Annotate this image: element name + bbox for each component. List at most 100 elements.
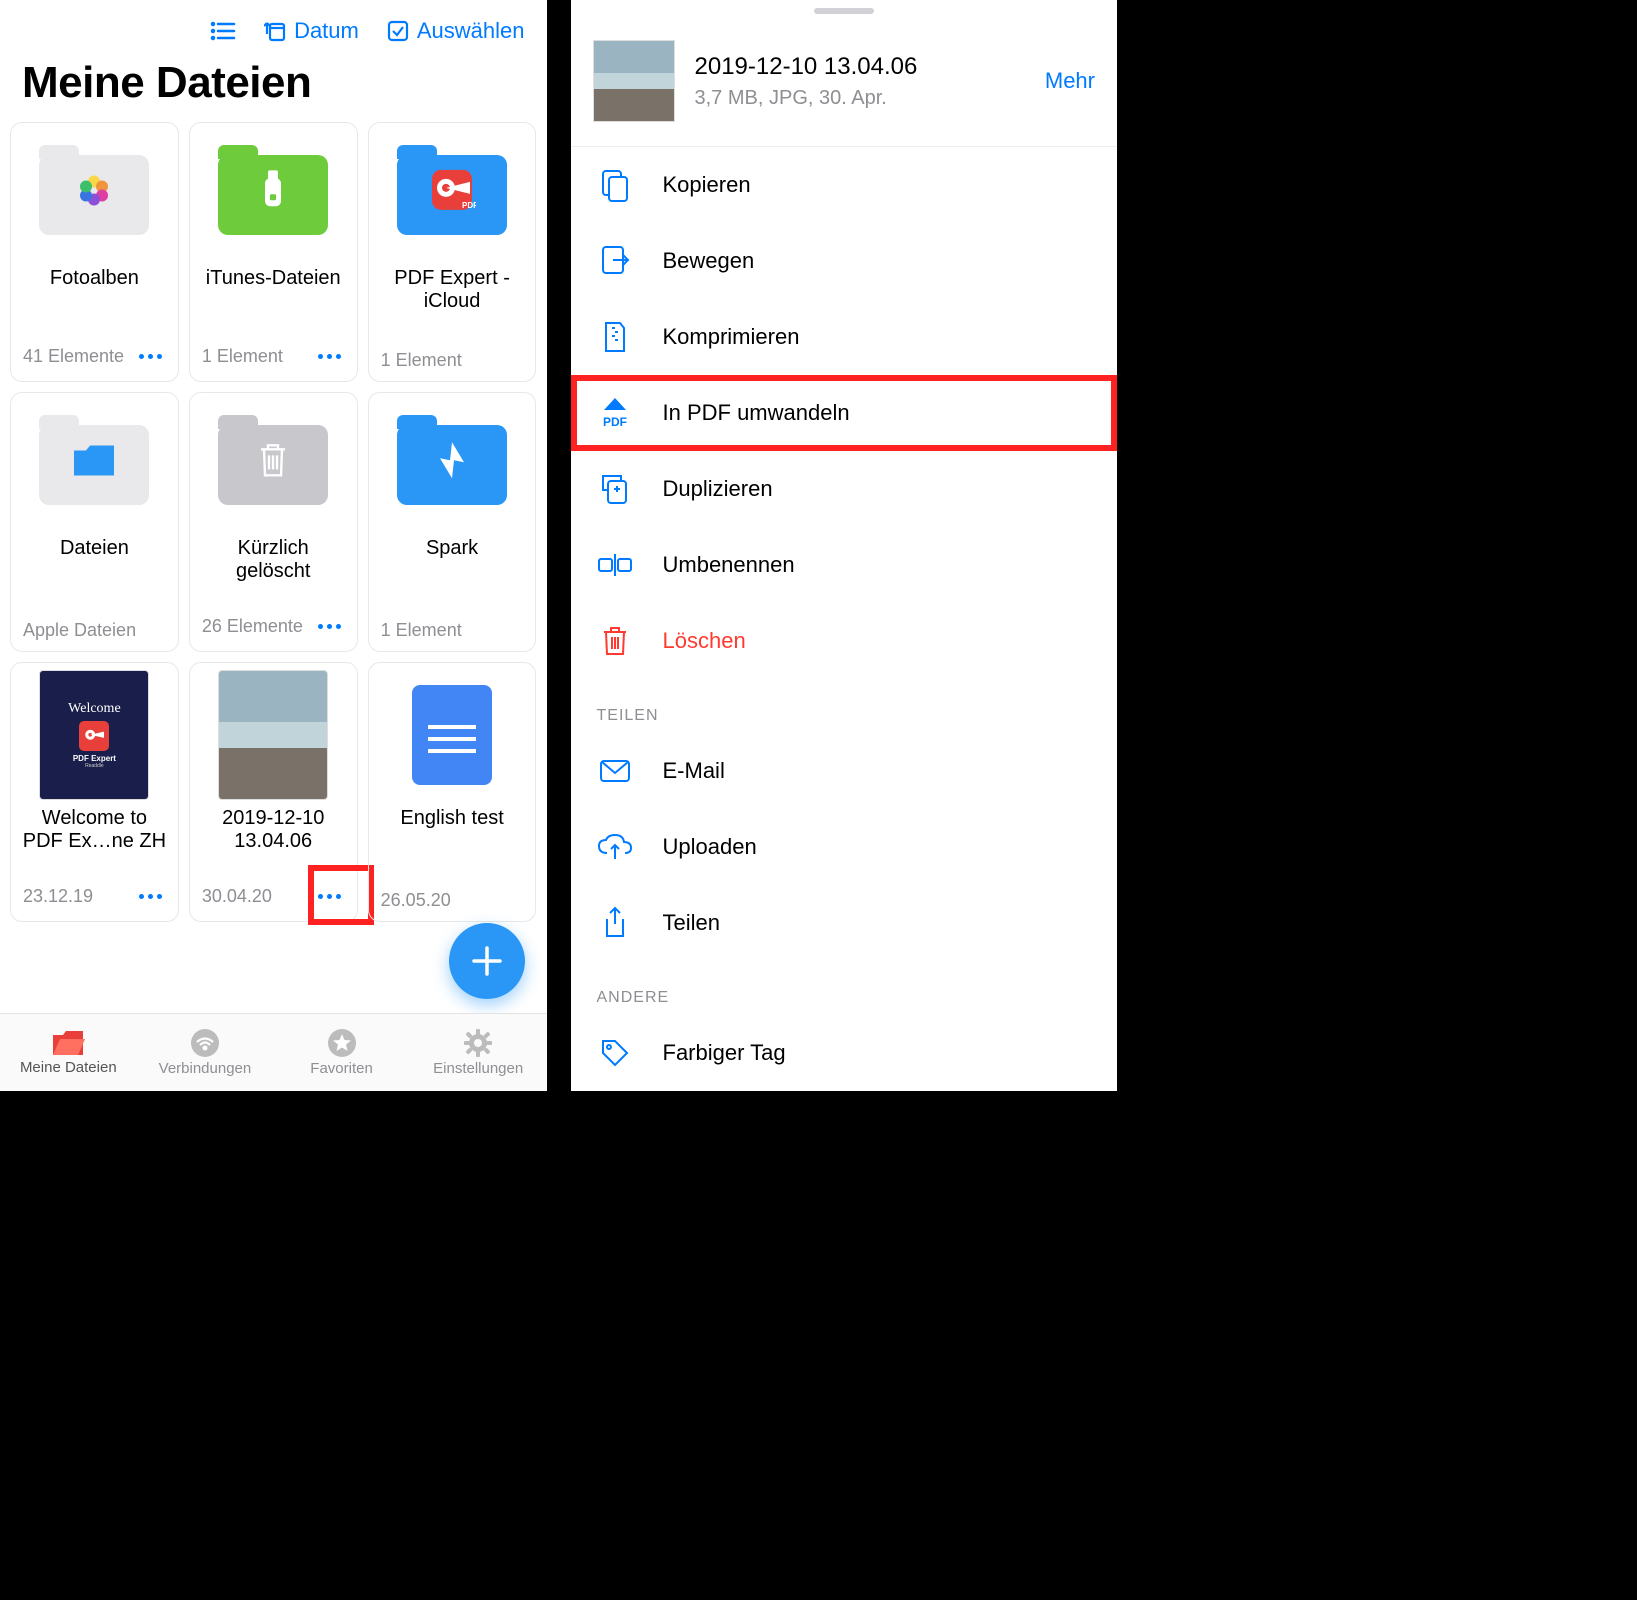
tab-label: Einstellungen <box>433 1060 523 1077</box>
usb-icon <box>260 170 286 215</box>
upload-icon <box>597 829 633 865</box>
page-title: Meine Dateien <box>0 52 547 122</box>
select-label: Auswählen <box>417 18 525 44</box>
cell-meta: 1 Element <box>202 346 283 367</box>
sort-icon <box>264 20 286 42</box>
select-button[interactable]: Auswählen <box>387 18 525 44</box>
select-icon <box>387 20 409 42</box>
sort-button[interactable]: Datum <box>264 18 359 44</box>
folder-fotoalben[interactable]: Fotoalben 41 Elemente <box>10 122 179 382</box>
cell-name: iTunes-Dateien <box>206 267 341 290</box>
action-label: Kopieren <box>663 172 751 198</box>
folder-dateien[interactable]: Dateien Apple Dateien <box>10 392 179 652</box>
more-button[interactable] <box>136 341 166 371</box>
file-english-test[interactable]: English test 26.05.20 <box>368 662 537 922</box>
action-label: In PDF umwandeln <box>663 400 850 426</box>
gear-icon <box>463 1028 493 1058</box>
action-label: E-Mail <box>663 758 725 784</box>
cell-name: 2019-12-10 13.04.06 <box>222 807 324 853</box>
cell-meta: 1 Element <box>381 350 462 371</box>
action-delete[interactable]: Löschen <box>571 603 1118 679</box>
file-thumbnail <box>593 40 675 122</box>
file-grid: Fotoalben 41 Elemente iTunes-Dateien 1 E… <box>0 122 547 922</box>
action-label: Umbenennen <box>663 552 795 578</box>
action-label: Duplizieren <box>663 476 773 502</box>
section-share: TEILEN <box>571 679 1118 733</box>
list-icon <box>210 21 236 41</box>
cell-meta: 26.05.20 <box>381 890 451 911</box>
photos-icon <box>76 172 112 213</box>
action-label: Uploaden <box>663 834 757 860</box>
tab-label: Meine Dateien <box>20 1059 117 1076</box>
rename-icon <box>597 547 633 583</box>
plus-icon <box>470 944 504 978</box>
more-button[interactable] <box>315 611 345 641</box>
compress-icon <box>597 319 633 355</box>
section-other: ANDERE <box>571 961 1118 1015</box>
mail-icon <box>597 753 633 789</box>
folder-icon <box>71 442 117 483</box>
file-meta: 3,7 MB, JPG, 30. Apr. <box>695 87 1025 110</box>
action-label: Löschen <box>663 628 746 654</box>
action-copy[interactable]: Kopieren <box>571 147 1118 223</box>
action-duplicate[interactable]: Duplizieren <box>571 451 1118 527</box>
folder-spark[interactable]: Spark 1 Element <box>368 392 537 652</box>
file-welcome-pdf[interactable]: WelcomePDF ExpertReaddle Welcome to PDF … <box>10 662 179 922</box>
wifi-icon <box>190 1028 220 1058</box>
action-label: Teilen <box>663 910 720 936</box>
tab-my-files[interactable]: Meine Dateien <box>0 1014 137 1091</box>
cell-name: Kürzlich gelöscht <box>236 537 311 583</box>
tab-connections[interactable]: Verbindungen <box>137 1014 274 1091</box>
folder-itunes[interactable]: iTunes-Dateien 1 Element <box>189 122 358 382</box>
tab-settings[interactable]: Einstellungen <box>410 1014 547 1091</box>
toolbar: Datum Auswählen <box>0 0 547 52</box>
action-compress[interactable]: Komprimieren <box>571 299 1118 375</box>
pdf-expert-icon: PDF <box>428 166 476 219</box>
cell-meta: 26 Elemente <box>202 616 303 637</box>
more-button[interactable] <box>315 881 345 911</box>
tab-bar: Meine Dateien Verbindungen Favoriten Ein… <box>0 1013 547 1091</box>
more-button[interactable] <box>136 881 166 911</box>
file-name: 2019-12-10 13.04.06 <box>695 53 1025 81</box>
cell-meta: 41 Elemente <box>23 346 124 367</box>
sort-label: Datum <box>294 18 359 44</box>
cell-name: English test <box>400 807 503 830</box>
tab-label: Verbindungen <box>159 1060 252 1077</box>
share-icon <box>597 905 633 941</box>
action-label: Bewegen <box>663 248 755 274</box>
cell-name: PDF Expert - iCloud <box>394 267 510 313</box>
duplicate-icon <box>597 471 633 507</box>
folder-pdfexpert-icloud[interactable]: PDF PDF Expert - iCloud 1 Element <box>368 122 537 382</box>
action-move[interactable]: Bewegen <box>571 223 1118 299</box>
folder-recently-deleted[interactable]: Kürzlich gelöscht 26 Elemente <box>189 392 358 652</box>
file-photo-20191210[interactable]: 2019-12-10 13.04.06 30.04.20 <box>189 662 358 922</box>
trash-icon <box>256 441 290 484</box>
more-button[interactable] <box>315 341 345 371</box>
cell-meta: 1 Element <box>381 620 462 641</box>
action-convert-pdf[interactable]: PDF In PDF umwandeln <box>571 375 1118 451</box>
tab-favorites[interactable]: Favoriten <box>273 1014 410 1091</box>
action-share[interactable]: Teilen <box>571 885 1118 961</box>
cell-name: Dateien <box>60 537 129 560</box>
cell-name: Welcome to PDF Ex…ne ZH <box>23 807 166 853</box>
view-toggle-button[interactable] <box>210 21 236 41</box>
more-link[interactable]: Mehr <box>1045 68 1095 94</box>
trash-icon <box>597 623 633 659</box>
action-email[interactable]: E-Mail <box>571 733 1118 809</box>
tab-label: Favoriten <box>310 1060 373 1077</box>
star-icon <box>327 1028 357 1058</box>
cell-name: Fotoalben <box>50 267 139 290</box>
add-button[interactable] <box>449 923 525 999</box>
action-upload[interactable]: Uploaden <box>571 809 1118 885</box>
cell-meta: 30.04.20 <box>202 886 272 907</box>
pdf-icon: PDF <box>597 395 633 431</box>
svg-text:PDF: PDF <box>462 201 476 210</box>
action-color-tag[interactable]: Farbiger Tag <box>571 1015 1118 1091</box>
folder-icon <box>51 1029 85 1057</box>
copy-icon <box>597 167 633 203</box>
action-list: Kopieren Bewegen Komprimieren PDF In PDF… <box>571 147 1118 1091</box>
move-icon <box>597 243 633 279</box>
cell-name: Spark <box>426 537 478 560</box>
action-rename[interactable]: Umbenennen <box>571 527 1118 603</box>
sheet-grabber[interactable] <box>814 8 874 14</box>
